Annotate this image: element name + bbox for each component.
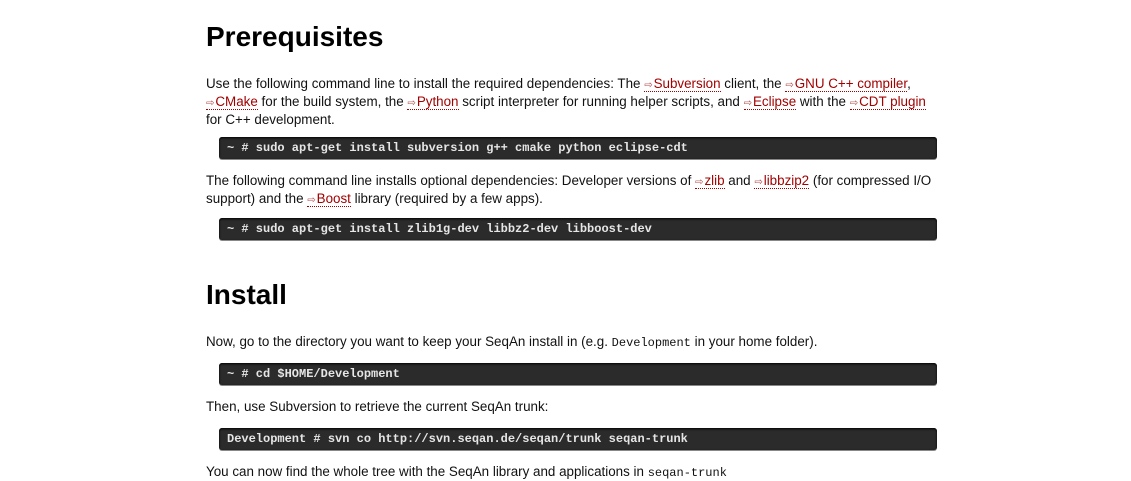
link-boost[interactable]: ⇨Boost bbox=[307, 191, 351, 207]
install-tree-paragraph: You can now find the whole tree with the… bbox=[206, 464, 936, 481]
link-label: GNU C++ compiler bbox=[794, 76, 908, 91]
text: The following command line installs opti… bbox=[206, 173, 696, 188]
install-svn-paragraph: Then, use Subversion to retrieve the cur… bbox=[206, 399, 549, 414]
section-heading-install: Install bbox=[206, 279, 287, 310]
link-label: zlib bbox=[704, 173, 725, 188]
link-cdt-plugin[interactable]: ⇨CDT plugin bbox=[849, 94, 926, 110]
external-link-icon: ⇨ bbox=[849, 98, 859, 109]
link-label: Python bbox=[416, 94, 459, 109]
text: for the build system, the bbox=[257, 94, 408, 109]
link-gnu-compiler[interactable]: ⇨GNU C++ compiler bbox=[785, 76, 908, 92]
prereq-intro-paragraph: Use the following command line to instal… bbox=[206, 76, 936, 128]
link-label: Boost bbox=[316, 191, 351, 206]
inline-code-development: Development bbox=[611, 336, 691, 350]
text: in your home folder). bbox=[690, 334, 818, 349]
external-link-icon: ⇨ bbox=[743, 98, 752, 109]
external-link-icon: ⇨ bbox=[785, 80, 794, 91]
link-subversion[interactable]: ⇨Subversion bbox=[644, 76, 721, 92]
external-link-icon: ⇨ bbox=[407, 98, 416, 109]
link-label: CMake bbox=[215, 94, 258, 109]
external-link-icon: ⇨ bbox=[206, 98, 215, 109]
external-link-icon: ⇨ bbox=[695, 177, 704, 188]
text: Now, go to the directory you want to kee… bbox=[206, 334, 612, 349]
prereq-optional-paragraph: The following command line installs opti… bbox=[206, 173, 936, 209]
command-block-install-deps[interactable]: ~ # sudo apt-get install subversion g++ … bbox=[219, 137, 937, 159]
text: script interpreter for running helper sc… bbox=[458, 94, 744, 109]
link-label: Eclipse bbox=[752, 94, 797, 109]
link-eclipse[interactable]: ⇨Eclipse bbox=[743, 94, 797, 110]
link-label: Subversion bbox=[653, 76, 721, 91]
inline-code-seqan-trunk: seqan-trunk bbox=[647, 466, 727, 480]
link-libbzip2[interactable]: ⇨libbzip2 bbox=[754, 173, 810, 189]
text: library (required by a few apps). bbox=[350, 191, 543, 206]
command-block-cd[interactable]: ~ # cd $HOME/Development bbox=[219, 363, 937, 385]
link-zlib[interactable]: ⇨zlib bbox=[695, 173, 725, 189]
link-label: CDT plugin bbox=[859, 94, 926, 109]
external-link-icon: ⇨ bbox=[307, 195, 316, 206]
command-block-optional-deps[interactable]: ~ # sudo apt-get install zlib1g-dev libb… bbox=[219, 218, 937, 240]
command-block-svn-checkout[interactable]: Development # svn co http://svn.seqan.de… bbox=[219, 428, 937, 450]
text: You can now find the whole tree with the… bbox=[206, 464, 648, 479]
text: for C++ development. bbox=[206, 112, 335, 127]
external-link-icon: ⇨ bbox=[644, 80, 653, 91]
link-cmake[interactable]: ⇨CMake bbox=[206, 94, 258, 110]
section-heading-prerequisites: Prerequisites bbox=[206, 21, 384, 52]
text: , bbox=[907, 76, 911, 91]
text: client, the bbox=[720, 76, 786, 91]
text: Use the following command line to instal… bbox=[206, 76, 645, 91]
external-link-icon: ⇨ bbox=[754, 177, 763, 188]
text: and bbox=[724, 173, 755, 188]
link-label: libbzip2 bbox=[763, 173, 810, 188]
link-python[interactable]: ⇨Python bbox=[407, 94, 459, 110]
install-directory-paragraph: Now, go to the directory you want to kee… bbox=[206, 334, 936, 351]
text: with the bbox=[796, 94, 850, 109]
